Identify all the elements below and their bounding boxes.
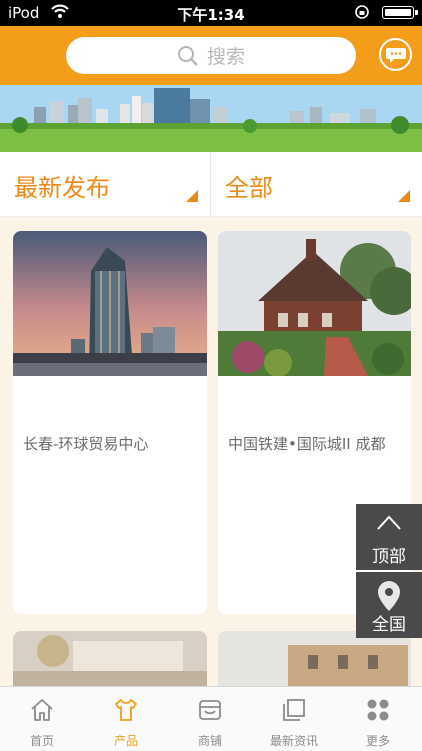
tab-products[interactable]: 产品	[84, 687, 168, 751]
search-icon	[177, 45, 198, 66]
store-icon	[199, 700, 221, 720]
city-banner[interactable]	[0, 85, 422, 152]
tab-products-label: 产品	[113, 734, 138, 748]
banner-skyline-image	[0, 85, 422, 152]
dropdown-triangle-icon	[186, 190, 198, 202]
tab-news-label: 最新资讯	[269, 734, 318, 748]
bottom-tab-bar: 首页 产品 商铺 最新资讯 更多	[0, 686, 422, 751]
back-to-top-button[interactable]: 顶部	[356, 504, 422, 570]
chat-bubble-icon	[385, 47, 406, 63]
tab-stores-label: 商铺	[197, 734, 222, 748]
message-button[interactable]	[379, 38, 412, 71]
filter-category-all[interactable]: 全部	[211, 152, 422, 216]
dropdown-triangle-icon	[398, 190, 410, 202]
filter-category-label: 全部	[225, 174, 273, 202]
home-icon	[31, 699, 53, 721]
tab-more-label: 更多	[365, 734, 390, 748]
product-card[interactable]: 长春-环球贸易中心	[13, 231, 207, 614]
tab-more[interactable]: 更多	[336, 687, 420, 751]
tab-home-label: 首页	[29, 734, 54, 748]
search-placeholder: 搜索	[206, 46, 245, 68]
battery-icon	[382, 6, 418, 19]
filter-bar: 最新发布 全部	[0, 152, 422, 217]
filter-sort-latest[interactable]: 最新发布	[0, 152, 210, 216]
back-to-top-label: 顶部	[372, 547, 406, 567]
product-image	[13, 231, 207, 376]
status-bar: iPod 下午1:34	[0, 0, 422, 26]
tab-home[interactable]: 首页	[0, 687, 84, 751]
product-title: 长春-环球贸易中心	[23, 435, 149, 453]
search-box[interactable]: 搜索	[66, 37, 356, 74]
shirt-icon	[115, 699, 137, 721]
header-bar: 搜索	[0, 26, 422, 85]
rotation-lock-icon	[354, 4, 370, 24]
product-image	[218, 231, 411, 376]
product-title: 中国铁建•国际城II 成都	[228, 435, 386, 453]
tab-stores[interactable]: 商铺	[168, 687, 252, 751]
tab-news[interactable]: 最新资讯	[252, 687, 336, 751]
more-icon	[367, 699, 389, 721]
location-label: 全国	[372, 615, 406, 635]
filter-sort-label: 最新发布	[14, 174, 110, 202]
chevron-up-icon	[377, 515, 401, 530]
location-pin-icon	[378, 581, 400, 611]
news-icon	[283, 699, 305, 721]
location-button[interactable]: 全国	[356, 572, 422, 638]
